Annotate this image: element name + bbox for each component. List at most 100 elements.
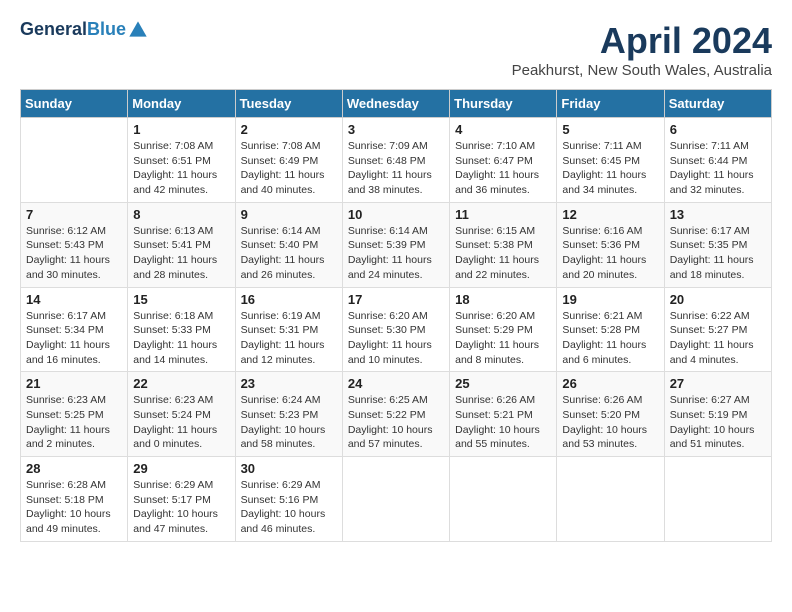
calendar-cell: 29 Sunrise: 6:29 AMSunset: 5:17 PMDayligh…: [128, 457, 235, 542]
calendar-week-5: 28Sunrise: 6:28 AMSunset: 5:18 PMDayligh…: [21, 457, 772, 542]
day-info: Sunrise: 6:17 AMSunset: 5:35 PMDaylight:…: [670, 224, 766, 283]
page-header: GeneralBlue April 2024 Peakhurst, New So…: [20, 20, 772, 79]
calendar-cell: 15 Sunrise: 6:18 AMSunset: 5:33 PMDayligh…: [128, 287, 235, 372]
day-number: 27: [670, 376, 766, 391]
calendar-cell: 10 Sunrise: 6:14 AMSunset: 5:39 PMDayligh…: [342, 202, 449, 287]
day-info: Sunrise: 6:16 AMSunset: 5:36 PMDaylight:…: [562, 224, 658, 283]
calendar-cell: 5 Sunrise: 7:11 AMSunset: 6:45 PMDaylight…: [557, 118, 664, 203]
day-info: Sunrise: 6:20 AMSunset: 5:29 PMDaylight:…: [455, 309, 551, 368]
month-title: April 2024: [512, 20, 772, 62]
day-number: 15: [133, 292, 229, 307]
weekday-header-saturday: Saturday: [664, 90, 771, 118]
day-info: Sunrise: 7:11 AMSunset: 6:44 PMDaylight:…: [670, 139, 766, 198]
calendar-week-1: 1Sunrise: 7:08 AMSunset: 6:51 PMDaylight…: [21, 118, 772, 203]
calendar-cell: [21, 118, 128, 203]
day-number: 13: [670, 207, 766, 222]
calendar-cell: 22 Sunrise: 6:23 AMSunset: 5:24 PMDayligh…: [128, 372, 235, 457]
calendar-cell: 24 Sunrise: 6:25 AMSunset: 5:22 PMDayligh…: [342, 372, 449, 457]
calendar-cell: 27 Sunrise: 6:27 AMSunset: 5:19 PMDayligh…: [664, 372, 771, 457]
day-info: Sunrise: 6:12 AMSunset: 5:43 PMDaylight:…: [26, 224, 122, 283]
calendar-cell: 12Sunrise: 6:16 AMSunset: 5:36 PMDayligh…: [557, 202, 664, 287]
day-info: Sunrise: 7:10 AMSunset: 6:47 PMDaylight:…: [455, 139, 551, 198]
day-number: 19: [562, 292, 658, 307]
day-info: Sunrise: 6:22 AMSunset: 5:27 PMDaylight:…: [670, 309, 766, 368]
day-number: 14: [26, 292, 122, 307]
day-info: Sunrise: 6:14 AMSunset: 5:39 PMDaylight:…: [348, 224, 444, 283]
day-info: Sunrise: 6:29 AMSunset: 5:17 PMDaylight:…: [133, 478, 229, 537]
calendar-cell: [557, 457, 664, 542]
day-info: Sunrise: 6:18 AMSunset: 5:33 PMDaylight:…: [133, 309, 229, 368]
weekday-header-sunday: Sunday: [21, 90, 128, 118]
day-info: Sunrise: 6:26 AMSunset: 5:20 PMDaylight:…: [562, 393, 658, 452]
calendar-cell: 8 Sunrise: 6:13 AMSunset: 5:41 PMDaylight…: [128, 202, 235, 287]
day-info: Sunrise: 7:09 AMSunset: 6:48 PMDaylight:…: [348, 139, 444, 198]
calendar-cell: 25 Sunrise: 6:26 AMSunset: 5:21 PMDayligh…: [450, 372, 557, 457]
calendar-cell: 19 Sunrise: 6:21 AMSunset: 5:28 PMDayligh…: [557, 287, 664, 372]
day-number: 11: [455, 207, 551, 222]
day-number: 29: [133, 461, 229, 476]
day-number: 21: [26, 376, 122, 391]
day-number: 8: [133, 207, 229, 222]
logo-icon: [128, 20, 148, 40]
day-info: Sunrise: 7:08 AMSunset: 6:51 PMDaylight:…: [133, 139, 229, 198]
calendar-week-3: 14 Sunrise: 6:17 AMSunset: 5:34 PMDayligh…: [21, 287, 772, 372]
day-info: Sunrise: 7:08 AMSunset: 6:49 PMDaylight:…: [241, 139, 337, 198]
calendar-cell: 28Sunrise: 6:28 AMSunset: 5:18 PMDayligh…: [21, 457, 128, 542]
calendar-cell: 30 Sunrise: 6:29 AMSunset: 5:16 PMDayligh…: [235, 457, 342, 542]
day-info: Sunrise: 6:19 AMSunset: 5:31 PMDaylight:…: [241, 309, 337, 368]
day-info: Sunrise: 6:21 AMSunset: 5:28 PMDaylight:…: [562, 309, 658, 368]
day-number: 10: [348, 207, 444, 222]
day-info: Sunrise: 6:14 AMSunset: 5:40 PMDaylight:…: [241, 224, 337, 283]
day-number: 30: [241, 461, 337, 476]
calendar-cell: 4 Sunrise: 7:10 AMSunset: 6:47 PMDaylight…: [450, 118, 557, 203]
day-number: 25: [455, 376, 551, 391]
calendar-cell: 20 Sunrise: 6:22 AMSunset: 5:27 PMDayligh…: [664, 287, 771, 372]
day-number: 24: [348, 376, 444, 391]
calendar-cell: 6 Sunrise: 7:11 AMSunset: 6:44 PMDaylight…: [664, 118, 771, 203]
calendar-cell: 2 Sunrise: 7:08 AMSunset: 6:49 PMDaylight…: [235, 118, 342, 203]
day-number: 26: [562, 376, 658, 391]
day-number: 22: [133, 376, 229, 391]
calendar-cell: 16 Sunrise: 6:19 AMSunset: 5:31 PMDayligh…: [235, 287, 342, 372]
calendar-week-4: 21 Sunrise: 6:23 AMSunset: 5:25 PMDayligh…: [21, 372, 772, 457]
day-number: 28: [26, 461, 122, 476]
calendar-cell: 26 Sunrise: 6:26 AMSunset: 5:20 PMDayligh…: [557, 372, 664, 457]
day-info: Sunrise: 6:29 AMSunset: 5:16 PMDaylight:…: [241, 478, 337, 537]
calendar-cell: 3 Sunrise: 7:09 AMSunset: 6:48 PMDaylight…: [342, 118, 449, 203]
calendar-cell: 7 Sunrise: 6:12 AMSunset: 5:43 PMDaylight…: [21, 202, 128, 287]
calendar-cell: 1Sunrise: 7:08 AMSunset: 6:51 PMDaylight…: [128, 118, 235, 203]
calendar-cell: 23 Sunrise: 6:24 AMSunset: 5:23 PMDayligh…: [235, 372, 342, 457]
logo-text: GeneralBlue: [20, 20, 126, 40]
day-info: Sunrise: 6:13 AMSunset: 5:41 PMDaylight:…: [133, 224, 229, 283]
day-number: 23: [241, 376, 337, 391]
weekday-header-wednesday: Wednesday: [342, 90, 449, 118]
day-number: 4: [455, 122, 551, 137]
day-info: Sunrise: 7:11 AMSunset: 6:45 PMDaylight:…: [562, 139, 658, 198]
calendar-table: SundayMondayTuesdayWednesdayThursdayFrid…: [20, 89, 772, 542]
calendar-cell: 13 Sunrise: 6:17 AMSunset: 5:35 PMDayligh…: [664, 202, 771, 287]
day-info: Sunrise: 6:25 AMSunset: 5:22 PMDaylight:…: [348, 393, 444, 452]
day-info: Sunrise: 6:27 AMSunset: 5:19 PMDaylight:…: [670, 393, 766, 452]
day-number: 3: [348, 122, 444, 137]
day-number: 20: [670, 292, 766, 307]
calendar-cell: 9Sunrise: 6:14 AMSunset: 5:40 PMDaylight…: [235, 202, 342, 287]
day-info: Sunrise: 6:15 AMSunset: 5:38 PMDaylight:…: [455, 224, 551, 283]
day-number: 7: [26, 207, 122, 222]
day-info: Sunrise: 6:24 AMSunset: 5:23 PMDaylight:…: [241, 393, 337, 452]
day-info: Sunrise: 6:23 AMSunset: 5:24 PMDaylight:…: [133, 393, 229, 452]
day-info: Sunrise: 6:17 AMSunset: 5:34 PMDaylight:…: [26, 309, 122, 368]
day-number: 5: [562, 122, 658, 137]
day-number: 17: [348, 292, 444, 307]
calendar-cell: 11 Sunrise: 6:15 AMSunset: 5:38 PMDayligh…: [450, 202, 557, 287]
calendar-cell: 17Sunrise: 6:20 AMSunset: 5:30 PMDayligh…: [342, 287, 449, 372]
weekday-header-tuesday: Tuesday: [235, 90, 342, 118]
calendar-week-2: 7 Sunrise: 6:12 AMSunset: 5:43 PMDaylight…: [21, 202, 772, 287]
day-number: 2: [241, 122, 337, 137]
day-number: 6: [670, 122, 766, 137]
day-info: Sunrise: 6:23 AMSunset: 5:25 PMDaylight:…: [26, 393, 122, 452]
day-info: Sunrise: 6:26 AMSunset: 5:21 PMDaylight:…: [455, 393, 551, 452]
day-number: 16: [241, 292, 337, 307]
calendar-cell: [450, 457, 557, 542]
weekday-header-monday: Monday: [128, 90, 235, 118]
calendar-cell: [342, 457, 449, 542]
